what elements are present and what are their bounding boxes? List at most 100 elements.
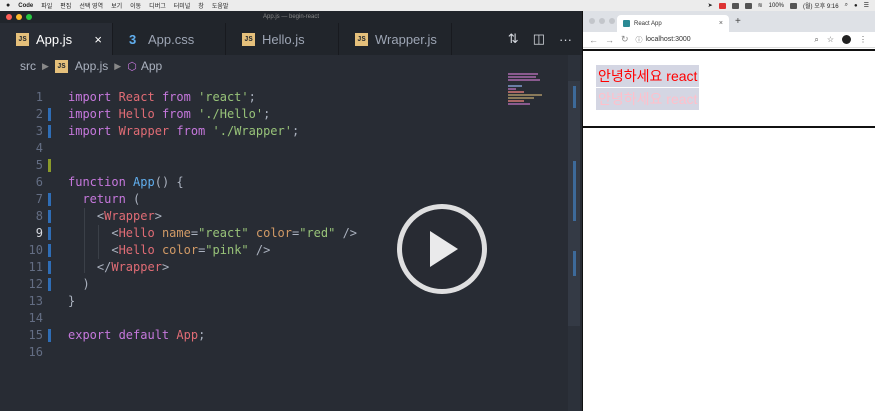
js-file-icon: JS — [54, 59, 68, 73]
css-file-icon: 3 — [129, 31, 137, 47]
git-gutter-marker — [48, 159, 51, 172]
code-token: from — [161, 107, 199, 121]
notification-center-icon[interactable]: ☰ — [864, 2, 869, 9]
menu-item-debug[interactable]: 디버그 — [149, 1, 166, 10]
siri-icon[interactable]: ● — [854, 3, 858, 9]
play-button[interactable] — [397, 204, 487, 294]
browser-tab-react-app[interactable]: React App × — [617, 15, 729, 32]
open-changes-icon[interactable]: ⇅ — [508, 31, 519, 47]
browser-menu-icon[interactable]: ⋮ — [859, 35, 867, 44]
spotlight-icon[interactable]: ⌕ — [845, 2, 848, 9]
record-icon[interactable] — [718, 2, 726, 9]
close-tab-icon[interactable]: × — [94, 32, 102, 47]
minimap[interactable] — [508, 73, 548, 113]
code-line[interactable]: 6 function App() { — [0, 174, 582, 191]
menu-item-selection[interactable]: 선택 영역 — [79, 1, 103, 10]
code-line[interactable]: 8 <Wrapper> — [0, 208, 582, 225]
zoom-icon[interactable]: ⌕ — [814, 35, 818, 45]
code-line[interactable]: 5 — [0, 157, 582, 174]
tab-hello-js[interactable]: JS Hello.js — [226, 23, 339, 55]
code-line[interactable]: 14 — [0, 310, 582, 327]
menu-item-go[interactable]: 이동 — [130, 1, 141, 10]
battery-label[interactable]: 100% — [769, 3, 784, 9]
chevron-right-icon: ▶ — [114, 60, 122, 71]
line-number: 11 — [28, 260, 43, 274]
minimize-window-icon[interactable] — [16, 14, 22, 20]
tab-app-js[interactable]: JS App.js × — [0, 23, 113, 55]
battery-icon[interactable] — [790, 2, 798, 9]
line-number: 1 — [35, 90, 43, 104]
line-number: 6 — [35, 175, 43, 189]
close-window-icon[interactable] — [6, 14, 12, 20]
address-bar[interactable]: ⓘ localhost:3000 — [636, 35, 691, 45]
menu-item-file[interactable]: 파일 — [41, 1, 52, 10]
line-number: 7 — [35, 192, 43, 206]
url-text: localhost:3000 — [645, 36, 691, 43]
wrapper-component: 안녕하세요 react 안녕하세요 react — [596, 65, 700, 111]
minimize-window-icon[interactable] — [599, 18, 605, 24]
clock[interactable]: (월) 오후 9:16 — [803, 1, 839, 10]
new-tab-button[interactable]: + — [735, 16, 741, 27]
back-icon[interactable]: ← — [589, 35, 598, 45]
code-line[interactable]: 9 <Hello name="react" color="red" /> — [0, 225, 582, 242]
close-window-icon[interactable] — [589, 18, 595, 24]
code-token: < — [68, 226, 119, 240]
screen: ● Code 파일 편집 선택 영역 보기 이동 디버그 터미널 창 도움말 ➤… — [0, 0, 875, 411]
code-area[interactable]: 1 import React from 'react'; 2 import Hello… — [0, 89, 582, 361]
git-gutter-marker — [48, 125, 51, 138]
breadcrumb-folder[interactable]: src — [20, 59, 36, 73]
code-line[interactable]: 7 return ( — [0, 191, 582, 208]
line-number: 4 — [35, 141, 43, 155]
git-gutter-marker — [48, 261, 51, 274]
code-token: ; — [263, 107, 271, 121]
code-line[interactable]: 15 export default App; — [0, 327, 582, 344]
forward-icon[interactable]: → — [605, 35, 614, 45]
reload-icon[interactable]: ↻ — [621, 34, 629, 45]
code-line[interactable]: 10 <Hello color="pink" /> — [0, 242, 582, 259]
menu-item-view[interactable]: 보기 — [111, 1, 122, 10]
breadcrumb-file[interactable]: App.js — [75, 59, 108, 73]
code-text: <Hello name="react" color="red" /> — [68, 225, 357, 242]
menu-item-window[interactable]: 창 — [198, 1, 204, 10]
window-title: App.js — begin-react — [262, 14, 320, 20]
code-token: /> — [248, 243, 271, 257]
tab-wrapper-js[interactable]: JS Wrapper.js — [339, 23, 452, 55]
code-token: import — [68, 90, 119, 104]
info-icon[interactable]: ⓘ — [636, 35, 643, 45]
breadcrumb-symbol[interactable]: App — [141, 59, 162, 73]
code-line[interactable]: 3 import Wrapper from './Wrapper'; — [0, 123, 582, 140]
code-token: > — [161, 260, 170, 274]
menu-item-edit[interactable]: 편집 — [60, 1, 71, 10]
tab-app-css[interactable]: 3 App.css — [113, 23, 226, 55]
code-line[interactable]: 2 import Hello from './Hello'; — [0, 106, 582, 123]
code-line[interactable]: 12 ) — [0, 276, 582, 293]
code-line[interactable]: 16 — [0, 344, 582, 361]
code-token: color — [255, 226, 292, 240]
zoom-window-icon[interactable] — [609, 18, 615, 24]
code-line[interactable]: 1 import React from 'react'; — [0, 89, 582, 106]
menu-item-terminal[interactable]: 터미널 — [174, 1, 191, 10]
code-text: export default App; — [68, 327, 205, 344]
code-line[interactable]: 4 — [0, 140, 582, 157]
code-line[interactable]: 13} — [0, 293, 582, 310]
code-token: App — [176, 328, 199, 342]
apple-icon[interactable]: ● — [6, 2, 10, 9]
app-tray-icon[interactable] — [731, 2, 739, 9]
more-actions-icon[interactable]: ··· — [559, 32, 572, 47]
location-icon[interactable]: ➤ — [708, 2, 713, 9]
menu-item-code[interactable]: Code — [18, 3, 33, 9]
wifi-icon[interactable]: ≋ — [758, 2, 763, 9]
zoom-window-icon[interactable] — [26, 14, 32, 20]
close-tab-icon[interactable]: × — [719, 20, 723, 27]
code-line[interactable]: 11 </Wrapper> — [0, 259, 582, 276]
bookmark-star-icon[interactable]: ☆ — [827, 35, 834, 44]
tab-label: App.js — [36, 31, 73, 47]
code-text: ) — [68, 276, 89, 293]
profile-avatar[interactable] — [842, 35, 851, 44]
app-tray-icon[interactable] — [744, 2, 752, 9]
split-editor-icon[interactable]: ◫ — [533, 31, 545, 47]
menu-item-help[interactable]: 도움말 — [212, 1, 229, 10]
js-file-icon: JS — [16, 32, 29, 46]
code-text: } — [68, 293, 75, 310]
git-gutter-marker — [48, 329, 51, 342]
